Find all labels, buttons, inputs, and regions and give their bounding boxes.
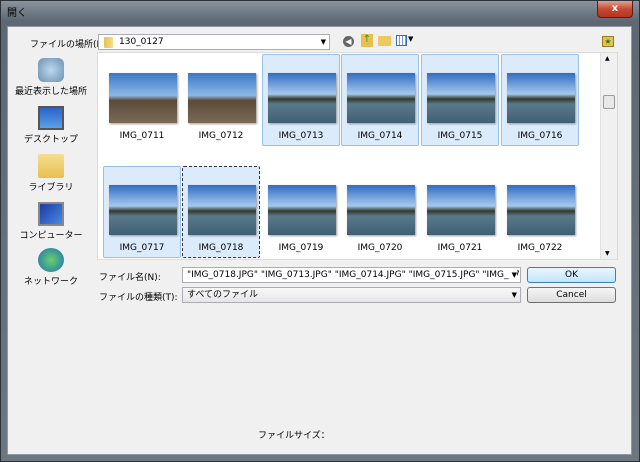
file-item[interactable]: IMG_0717 xyxy=(103,166,181,258)
file-item[interactable]: IMG_0714 xyxy=(341,54,419,146)
file-size-label: ファイルサイズ： xyxy=(258,431,330,441)
thumbnail-image xyxy=(109,185,177,235)
window-title: 開く xyxy=(7,8,27,19)
file-name: IMG_0719 xyxy=(278,243,324,253)
sidebar-item-desktop[interactable]: デスクトップ xyxy=(8,106,94,145)
filename-value: "IMG_0718.JPG" "IMG_0713.JPG" "IMG_0714.… xyxy=(187,270,521,280)
file-name: IMG_0720 xyxy=(357,243,403,253)
sidebar-item-label: デスクトップ xyxy=(23,135,78,145)
chevron-down-icon: ▼ xyxy=(320,38,326,46)
thumbnail-image xyxy=(188,185,256,235)
filename-input[interactable]: "IMG_0718.JPG" "IMG_0713.JPG" "IMG_0714.… xyxy=(182,267,521,283)
file-name: IMG_0716 xyxy=(517,131,563,141)
file-item[interactable]: IMG_0716 xyxy=(501,54,579,146)
thumbnail-image xyxy=(507,73,575,123)
file-name: IMG_0711 xyxy=(119,131,165,141)
file-list[interactable]: ▲ ▼ IMG_0711 IMG_0712 IMG_0713 IMG_0714 IMG_… xyxy=(97,52,618,260)
file-item[interactable]: IMG_0711 xyxy=(103,54,181,146)
sidebar-item-label: ライブラリ xyxy=(28,183,74,193)
file-name: IMG_0722 xyxy=(517,243,563,253)
sidebar-item-label: ネットワーク xyxy=(23,277,78,287)
location-combo[interactable]: 130_0127 ▼ xyxy=(98,34,330,50)
places-bar: 最近表示した場所 デスクトップ ライブラリ コンピューター ネットワーク xyxy=(8,52,94,292)
new-folder-icon[interactable] xyxy=(378,36,391,46)
sidebar-item-label: 最近表示した場所 xyxy=(14,87,87,97)
thumbnail-image xyxy=(109,73,177,123)
thumbnail-image xyxy=(188,73,256,123)
cancel-button[interactable]: Cancel xyxy=(527,287,616,303)
file-name: IMG_0712 xyxy=(198,131,244,141)
file-name: IMG_0717 xyxy=(119,243,165,253)
file-item[interactable]: IMG_0720 xyxy=(341,166,419,258)
thumbnail-image xyxy=(507,185,575,235)
thumbnail-image xyxy=(427,185,495,235)
network-icon xyxy=(38,248,64,272)
sidebar-item-computer[interactable]: コンピューター xyxy=(8,202,94,241)
thumbnail-image xyxy=(347,73,415,123)
file-item[interactable]: IMG_0719 xyxy=(262,166,340,258)
thumbnail-image xyxy=(427,73,495,123)
file-item[interactable]: IMG_0722 xyxy=(501,166,579,258)
sidebar-item-libraries[interactable]: ライブラリ xyxy=(8,154,94,193)
file-name: IMG_0715 xyxy=(437,131,483,141)
view-dropdown-icon[interactable]: ▼ xyxy=(408,35,413,43)
sidebar-item-network[interactable]: ネットワーク xyxy=(8,248,94,287)
chevron-down-icon[interactable]: ▼ xyxy=(508,268,517,282)
ok-button[interactable]: OK xyxy=(527,267,616,283)
file-item[interactable]: IMG_0721 xyxy=(421,166,499,258)
location-label: ファイルの場所(I): xyxy=(30,40,106,50)
file-name: IMG_0714 xyxy=(357,131,403,141)
file-item[interactable]: IMG_0715 xyxy=(421,54,499,146)
recent-places-icon xyxy=(38,58,64,82)
filename-label: ファイル名(N): xyxy=(99,273,161,283)
file-item[interactable]: IMG_0718 xyxy=(182,166,260,258)
filetype-label: ファイルの種類(T): xyxy=(99,293,178,303)
file-item[interactable]: IMG_0713 xyxy=(262,54,340,146)
libraries-icon xyxy=(38,154,64,178)
scrollbar-thumb[interactable] xyxy=(603,95,615,109)
view-menu-icon[interactable] xyxy=(396,35,407,46)
thumbnail-image xyxy=(268,73,336,123)
file-name: IMG_0713 xyxy=(278,131,324,141)
thumbnail-image xyxy=(268,185,336,235)
scrollbar[interactable]: ▲ ▼ xyxy=(600,53,617,259)
thumbnail-image xyxy=(347,185,415,235)
sidebar-item-recent[interactable]: 最近表示した場所 xyxy=(8,58,94,97)
scroll-up-icon[interactable]: ▲ xyxy=(605,55,610,62)
filetype-select[interactable]: すべてのファイル ▼ xyxy=(182,287,521,303)
file-name: IMG_0718 xyxy=(198,243,244,253)
folder-icon xyxy=(104,37,113,48)
location-value: 130_0127 xyxy=(119,37,164,47)
file-name: IMG_0721 xyxy=(437,243,483,253)
desktop-icon xyxy=(38,106,64,130)
scroll-down-icon[interactable]: ▼ xyxy=(605,250,610,257)
sidebar-item-label: コンピューター xyxy=(19,231,83,241)
close-button[interactable]: x xyxy=(597,1,633,18)
chevron-down-icon: ▼ xyxy=(511,291,517,299)
file-item[interactable]: IMG_0712 xyxy=(182,54,260,146)
filetype-value: すべてのファイル xyxy=(187,290,259,300)
folder-star-icon[interactable]: ★ xyxy=(602,36,614,47)
back-icon[interactable]: ◀ xyxy=(343,36,354,47)
up-folder-icon[interactable]: ↑ xyxy=(361,34,373,47)
computer-icon xyxy=(38,202,64,226)
